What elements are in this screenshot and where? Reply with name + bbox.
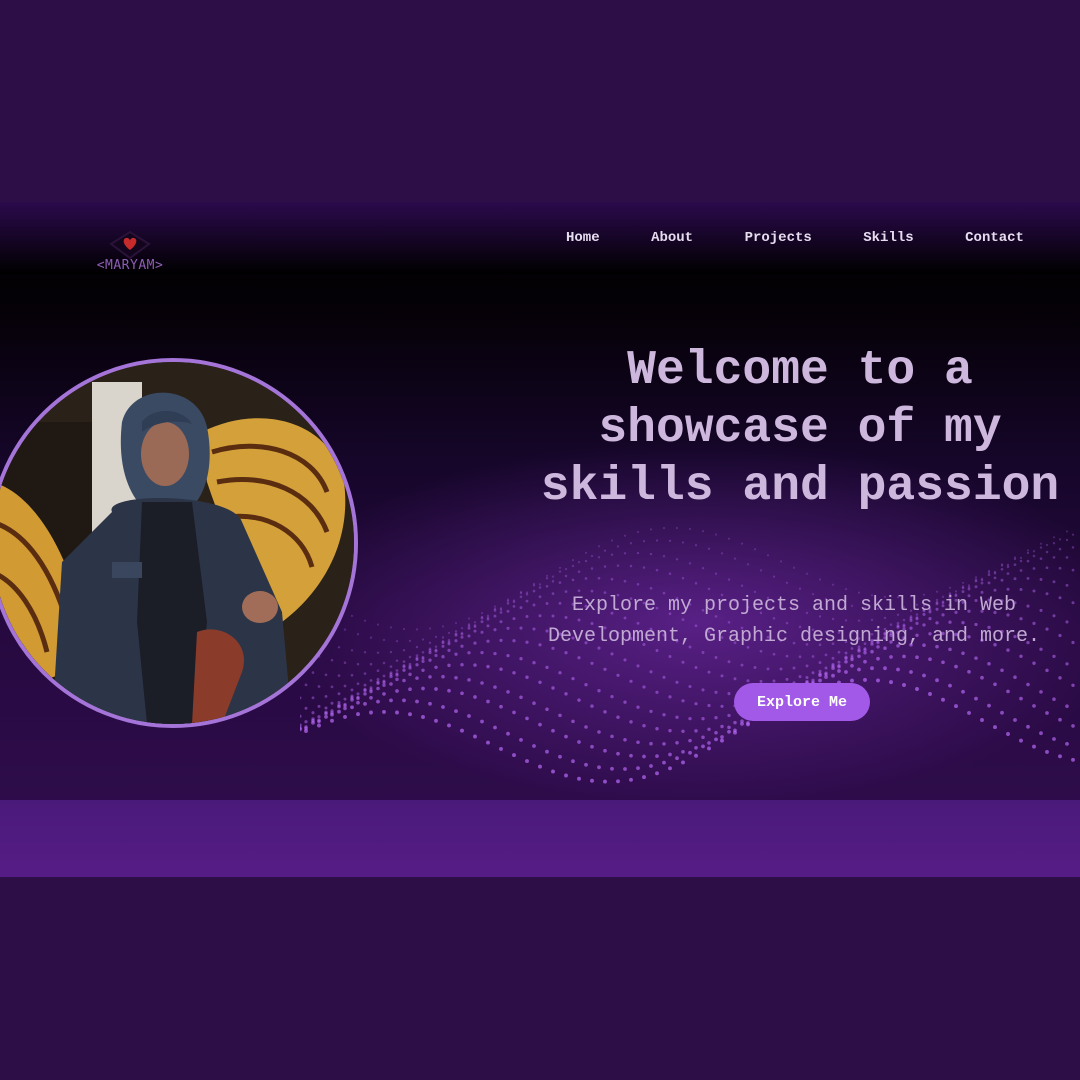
heart-diamond-icon	[109, 230, 151, 260]
nav-contact[interactable]: Contact	[959, 228, 1030, 248]
nav-skills[interactable]: Skills	[857, 228, 919, 248]
nav-about[interactable]: About	[645, 228, 699, 248]
main-nav: Home About Projects Skills Contact	[560, 228, 1030, 248]
footer-band	[0, 800, 1080, 877]
explore-me-button[interactable]: Explore Me	[734, 683, 870, 721]
logo[interactable]: <MARYAM>	[92, 230, 168, 280]
logo-text: <MARYAM>	[96, 258, 164, 273]
hero-headline: Welcome to a showcase of my skills and p…	[540, 344, 1060, 514]
profile-photo	[0, 358, 358, 728]
hero-subtitle: Explore my projects and skills in Web De…	[508, 590, 1080, 652]
nav-home[interactable]: Home	[560, 228, 606, 248]
nav-projects[interactable]: Projects	[739, 228, 818, 248]
hero-subtitle-line2: Development, Graphic designing, and more…	[547, 625, 1041, 648]
hero-subtitle-line1: Explore my projects and skills in Web	[571, 594, 1017, 617]
profile-photo-illustration	[0, 362, 354, 724]
website-screenshot: <MARYAM> Home About Projects Skills Cont…	[0, 202, 1080, 877]
page-frame: <MARYAM> Home About Projects Skills Cont…	[0, 0, 1080, 1080]
